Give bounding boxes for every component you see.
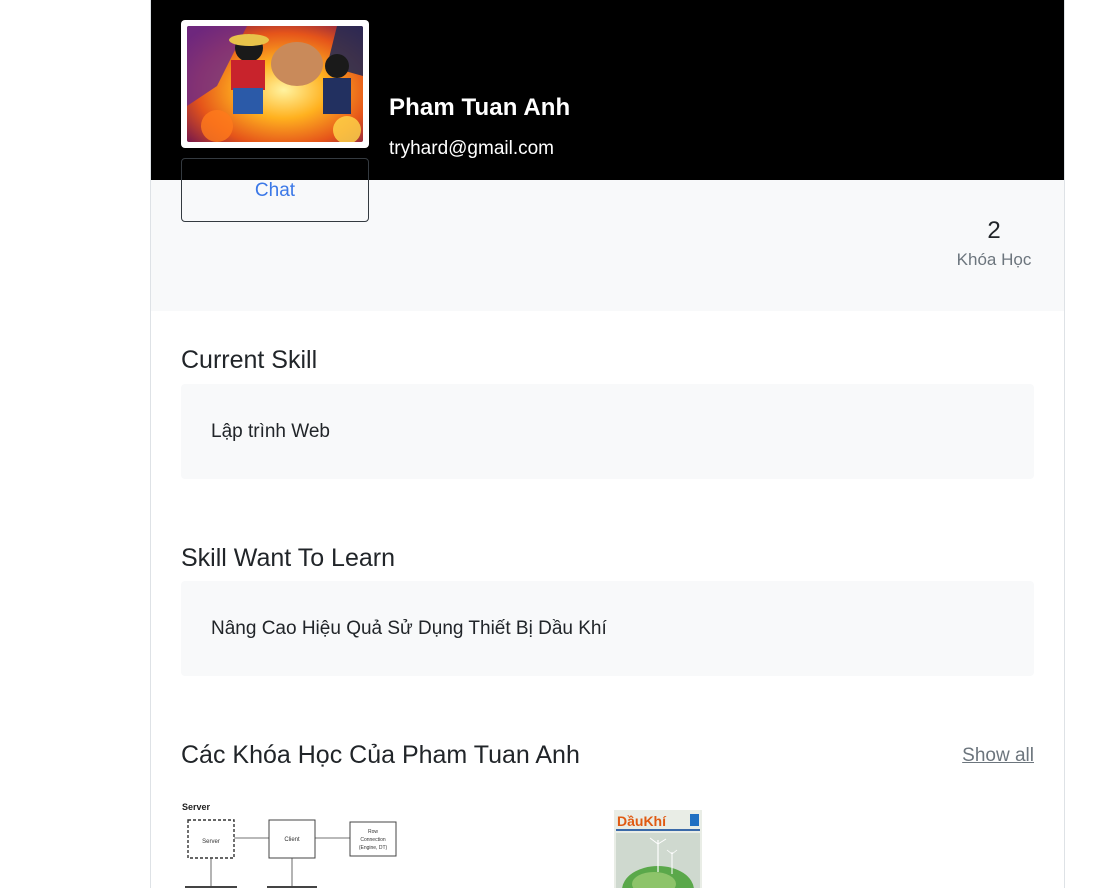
thumb-box2: Client: [284, 837, 300, 843]
thumb-brand: DầuKhí: [617, 813, 667, 829]
course-count-stat: 2 Khóa Học: [954, 216, 1034, 270]
course-thumbnail[interactable]: DầuKhí: [614, 810, 702, 888]
user-email: tryhard@gmail.com: [389, 138, 554, 159]
thumb-box3c: (Engine, DT): [359, 845, 388, 851]
course-count-label: Khóa Học: [956, 250, 1032, 269]
current-skill-title: Current Skill: [181, 346, 318, 374]
skill-want-title: Skill Want To Learn: [181, 544, 395, 572]
course-diagram-image: Server Server Client Row Connection (Eng…: [181, 800, 411, 888]
courses-title: Các Khóa Học Của Pham Tuan Anh: [181, 741, 580, 769]
course-magazine-image: DầuKhí: [614, 810, 702, 888]
anime-avatar-image: [187, 26, 363, 142]
current-skill-value: Lập trình Web: [211, 420, 331, 442]
thumb-box3b: Connection: [360, 837, 386, 843]
user-name: Pham Tuan Anh: [389, 94, 571, 121]
course-count: 2: [987, 217, 1001, 244]
thumb-box1: Server: [202, 839, 220, 845]
current-skill-box: Lập trình Web: [181, 384, 1034, 479]
profile-card: Pham Tuan Anh tryhard@gmail.com Chat 2 K…: [150, 0, 1065, 888]
skill-want-value: Nâng Cao Hiệu Quả Sử Dụng Thiết Bị Dầu K…: [211, 617, 607, 639]
thumb-box3: Row: [368, 829, 378, 835]
show-all-link[interactable]: Show all: [962, 745, 1034, 767]
avatar: [181, 20, 369, 148]
chat-button[interactable]: Chat: [181, 158, 369, 222]
course-thumbnail[interactable]: Server Server Client Row Connection (Eng…: [181, 800, 411, 888]
thumb-heading: Server: [182, 802, 211, 812]
skill-want-box: Nâng Cao Hiệu Quả Sử Dụng Thiết Bị Dầu K…: [181, 581, 1034, 676]
